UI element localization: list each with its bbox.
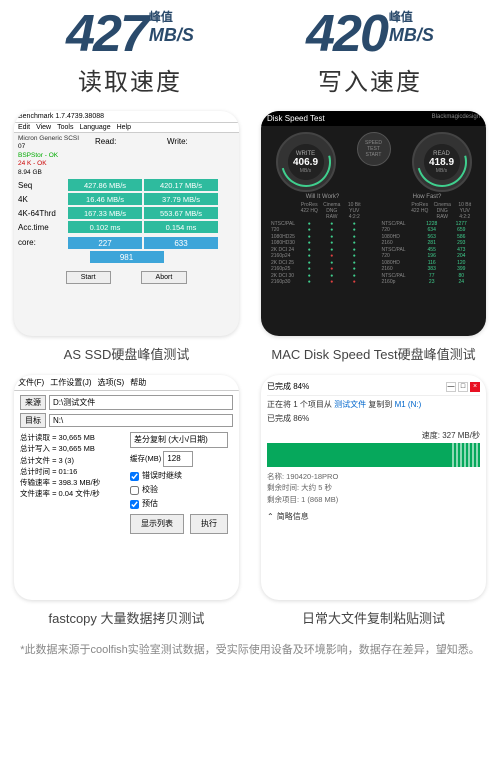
fc-caption: fastcopy 大量数据拷贝测试 xyxy=(14,608,239,627)
read-gauge-value: 418.9 xyxy=(429,157,454,168)
as-ssd-panel: Benchmark 1.7.4739.38088 Edit View Tools… xyxy=(14,111,239,336)
write-gauge-value: 406.9 xyxy=(293,157,318,168)
write-unit: MB/S xyxy=(389,25,434,46)
4k-write: 37.79 MB/s xyxy=(144,193,218,205)
menu-view[interactable]: View xyxy=(36,124,51,131)
menu-language[interactable]: Language xyxy=(79,124,110,131)
cp-caption: 日常大文件复制粘贴测试 xyxy=(261,608,486,627)
write-speed-block: 420 峰值 MB/S 写入速度 xyxy=(306,8,434,97)
start-button-gauge[interactable]: SPEED TEST START xyxy=(357,132,391,166)
cp-meta: 名称: 190420-18PRO 剩余时间: 大约 5 秒 剩余项目: 1 (8… xyxy=(267,471,480,505)
speed-header: 427 峰值 MB/S 读取速度 420 峰值 MB/S 写入速度 xyxy=(0,0,500,101)
write-speed-value: 420 xyxy=(306,8,387,60)
menu-tools[interactable]: Tools xyxy=(57,124,73,131)
progress-fill xyxy=(267,443,450,467)
acc-read: 0.102 ms xyxy=(68,221,142,233)
write-peak-label: 峰值 xyxy=(389,8,413,25)
less-info-toggle[interactable]: ⌃ 简略信息 xyxy=(267,511,480,522)
4k64-read: 167.33 MB/s xyxy=(68,207,142,219)
fc-menu-file[interactable]: 文件(F) xyxy=(18,377,44,388)
write-gauge-label: WRITE xyxy=(296,151,315,157)
device-size: 8.94 GB xyxy=(18,169,91,177)
row-acc: Acc.time xyxy=(18,223,68,232)
dst-grid-left: ProRes 422 HQCinema DNG RAW10 Bit YUV 4:… xyxy=(265,200,372,288)
abort-button[interactable]: Abort xyxy=(141,271,188,284)
write-gauge-unit: MB/s xyxy=(300,168,311,174)
fastcopy-panel: 文件(F) 工作设置(J) 选项(S) 帮助 来源 D:\测试文件 目标 N:\… xyxy=(14,375,239,600)
chevron-up-icon: ⌃ xyxy=(267,512,274,521)
read-peak-label: 峰值 xyxy=(149,8,173,25)
cp-speed: 速度: 327 MB/秒 xyxy=(267,430,480,441)
4k-read: 16.46 MB/s xyxy=(68,193,142,205)
dst-panel: Disk Speed Test Blackmagicdesign WRITE 4… xyxy=(261,111,486,336)
fc-menu-help[interactable]: 帮助 xyxy=(130,377,146,388)
menu-help[interactable]: Help xyxy=(117,124,131,131)
dst-input[interactable]: N:\ xyxy=(49,414,233,427)
dst-brand: Blackmagicdesign xyxy=(432,114,480,123)
footnote: *此数据来源于coolfish实验室测试数据，受实际使用设备及环境影响，数据存在… xyxy=(0,643,500,658)
row-4k: 4K xyxy=(18,195,68,204)
menu-edit[interactable]: Edit xyxy=(18,124,30,131)
chk-continue[interactable] xyxy=(130,472,139,481)
fc-menu-options[interactable]: 选项(S) xyxy=(98,377,125,388)
as-ssd-table: Seq427.86 MB/s420.17 MB/s 4K16.46 MB/s37… xyxy=(14,179,239,263)
write-header: Write: xyxy=(163,135,235,149)
acc-write: 0.154 ms xyxy=(144,221,218,233)
device-align: 24 K - OK xyxy=(18,160,91,168)
dst-caption: MAC Disk Speed Test硬盘峰值测试 xyxy=(261,344,486,363)
write-label: 写入速度 xyxy=(306,62,434,97)
read-speed-value: 427 xyxy=(66,8,147,60)
minimize-icon[interactable]: — xyxy=(446,382,456,392)
read-header: Read: xyxy=(91,135,163,149)
close-icon[interactable]: × xyxy=(470,382,480,392)
seq-read: 427.86 MB/s xyxy=(68,179,142,191)
list-button[interactable]: 显示列表 xyxy=(130,514,184,534)
read-gauge-label: READ xyxy=(433,151,450,157)
copy-dialog-panel: 已完成 84% — □ × 正在将 1 个项目从 测试文件 复制到 M1 (N:… xyxy=(261,375,486,600)
as-ssd-title: Benchmark 1.7.4739.38088 xyxy=(14,111,239,123)
chk-estimate[interactable] xyxy=(130,500,139,509)
fc-menu: 文件(F) 工作设置(J) 选项(S) 帮助 xyxy=(14,375,239,391)
buf-input[interactable]: 128 xyxy=(163,451,193,467)
dst-button[interactable]: 目标 xyxy=(20,413,46,428)
chk-verify[interactable] xyxy=(130,486,139,495)
read-speed-block: 427 峰值 MB/S 读取速度 xyxy=(66,8,194,97)
start-button[interactable]: Start xyxy=(66,271,111,284)
src-button[interactable]: 来源 xyxy=(20,395,46,410)
mode-select[interactable]: 差分复制 (大小/日期) xyxy=(130,432,228,448)
fc-menu-job[interactable]: 工作设置(J) xyxy=(50,377,91,388)
exec-button[interactable]: 执行 xyxy=(190,514,228,534)
device-fw: 07 xyxy=(18,143,91,151)
seq-write: 420.17 MB/s xyxy=(144,179,218,191)
read-label: 读取速度 xyxy=(66,62,194,97)
src-input[interactable]: D:\测试文件 xyxy=(49,395,233,410)
read-unit: MB/S xyxy=(149,25,194,46)
progress-pattern xyxy=(450,443,480,467)
maximize-icon[interactable]: □ xyxy=(458,382,468,392)
score-total: 981 xyxy=(90,251,164,263)
buf-label: 缓存(MB) xyxy=(130,453,161,464)
read-gauge: READ 418.9 MB/s xyxy=(412,132,472,192)
dst-grid-right: ProRes 422 HQCinema DNG RAW10 Bit YUV 4:… xyxy=(376,200,483,288)
dst-title: Disk Speed Test xyxy=(267,114,325,123)
cp-percent: 已完成 86% xyxy=(267,413,480,424)
fc-stats: 总计读取 = 30,665 MB 总计写入 = 30,665 MB 总计文件 =… xyxy=(20,432,130,534)
cp-title: 已完成 84% xyxy=(267,381,309,392)
score-label: core: xyxy=(18,238,68,247)
device-name: Micron Generic SCSI xyxy=(18,135,91,143)
score-write: 633 xyxy=(144,237,218,249)
panels-grid: Benchmark 1.7.4739.38088 Edit View Tools… xyxy=(0,101,500,637)
read-gauge-unit: MB/s xyxy=(436,168,447,174)
4k64-write: 553.67 MB/s xyxy=(144,207,218,219)
write-gauge: WRITE 406.9 MB/s xyxy=(276,132,336,192)
as-ssd-caption: AS SSD硬盘峰值测试 xyxy=(14,344,239,363)
as-ssd-menu: Edit View Tools Language Help xyxy=(14,123,239,133)
score-read: 227 xyxy=(68,237,142,249)
cp-desc: 正在将 1 个项目从 测试文件 复制到 M1 (N:) xyxy=(267,399,480,410)
progress-bar xyxy=(267,443,480,467)
row-4k64: 4K-64Thrd xyxy=(18,209,68,218)
device-driver: BSPStor - OK xyxy=(18,152,91,160)
row-seq: Seq xyxy=(18,181,68,190)
